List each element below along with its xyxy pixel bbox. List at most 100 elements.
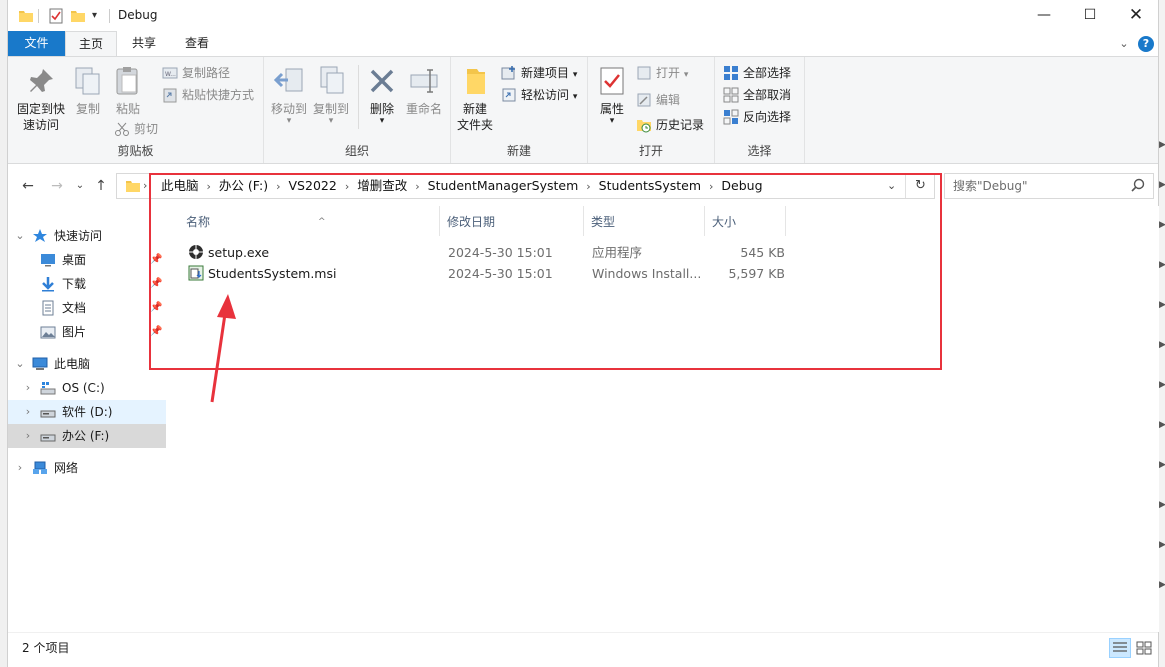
chevron-down-icon[interactable]: ⌄	[14, 352, 26, 376]
chevron-right-icon[interactable]: ›	[582, 180, 594, 193]
nav-drive-f-label: 办公 (F:)	[62, 429, 110, 443]
crumb-drive-f[interactable]: 办公 (F:)	[215, 178, 272, 193]
search-input[interactable]: 搜索"Debug"	[944, 173, 1154, 199]
crumb-crud[interactable]: 增删查改	[353, 178, 411, 193]
refresh-icon[interactable]: ↻	[915, 174, 926, 198]
qa-dropdown-icon[interactable]: ▾	[92, 7, 104, 25]
open-dropdown-icon: ▾	[683, 70, 689, 80]
address-bar[interactable]: › 此电脑 › 办公 (F:) › VS2022 › 增删查改 › StudentManager…	[116, 173, 935, 199]
new-folder-quick-icon[interactable]	[70, 7, 86, 25]
chevron-right-icon[interactable]: ›	[22, 424, 34, 448]
up-button[interactable]: ↑	[91, 176, 111, 196]
move-to-button[interactable]: 移动到 ▾	[270, 61, 308, 126]
column-header-name[interactable]: 名称 ^	[180, 206, 440, 236]
history-button[interactable]: 历史记录	[636, 115, 704, 135]
crumb-students-system[interactable]: StudentsSystem	[595, 178, 705, 193]
group-select: 全部选择 全部取消 反向选择 选择	[715, 57, 805, 163]
maximize-button[interactable]: ☐	[1067, 0, 1113, 31]
recent-locations-icon[interactable]: ⌄	[70, 176, 90, 196]
network-icon	[33, 461, 47, 474]
invert-selection-button[interactable]: 反向选择	[723, 107, 791, 127]
nav-downloads[interactable]: 下载	[8, 272, 166, 296]
open-button[interactable]: 打开 ▾	[636, 63, 688, 83]
select-all-label: 全部选择	[743, 66, 792, 80]
invert-selection-label: 反向选择	[743, 110, 792, 124]
properties-quick-icon[interactable]	[48, 7, 64, 25]
nav-desktop[interactable]: 桌面	[8, 248, 166, 272]
pin-icon[interactable]: 📌	[150, 326, 162, 342]
easy-access-button[interactable]: 轻松访问 ▾	[501, 85, 577, 105]
copy-to-label: 复制到	[312, 102, 349, 116]
tab-home[interactable]: 主页	[65, 31, 117, 56]
pin-icon[interactable]: 📌	[150, 278, 162, 294]
pin-quick-access-button[interactable]: 固定到快 速访问	[12, 61, 70, 133]
pin-icon[interactable]: 📌	[150, 254, 162, 270]
chevron-right-icon[interactable]: ›	[411, 180, 423, 193]
paste-button[interactable]: 粘贴	[112, 61, 144, 117]
close-button[interactable]: ✕	[1113, 0, 1159, 31]
nav-pictures-label: 图片	[62, 325, 87, 339]
group-open: 属性 ▾ 打开 ▾ 编辑 历史记录 打开	[588, 57, 715, 163]
properties-button[interactable]: 属性 ▾	[594, 61, 630, 126]
chevron-down-icon[interactable]: ⌄	[14, 224, 26, 248]
chevron-right-icon[interactable]: ›	[22, 376, 34, 400]
back-button[interactable]: ←	[18, 176, 38, 196]
chevron-right-icon: ▶	[1159, 540, 1165, 550]
collapse-ribbon-icon[interactable]: ⌄	[1116, 36, 1132, 52]
copy-path-button[interactable]: W... 复制路径	[162, 63, 230, 83]
nav-network[interactable]: › 网络	[8, 456, 166, 480]
delete-icon	[366, 65, 398, 97]
address-history-dropdown-icon[interactable]: ⌄	[887, 174, 896, 198]
nav-quick-access[interactable]: ⌄ 快速访问	[8, 224, 166, 248]
nav-this-pc[interactable]: ⌄ 此电脑	[8, 352, 166, 376]
chevron-right-icon[interactable]: ›	[14, 456, 26, 480]
invert-selection-icon	[723, 109, 739, 125]
nav-pictures[interactable]: 图片	[8, 320, 166, 344]
cut-button[interactable]: 剪切	[114, 119, 158, 139]
chevron-right-icon[interactable]: ›	[341, 180, 353, 193]
select-none-button[interactable]: 全部取消	[723, 85, 791, 105]
edit-button[interactable]: 编辑	[636, 90, 680, 110]
table-row[interactable]: setup.exe 2024-5-30 15:01 应用程序 545 KB	[186, 242, 786, 263]
tab-view[interactable]: 查看	[171, 31, 223, 56]
group-label-select: 选择	[747, 144, 772, 158]
tab-file[interactable]: 文件	[8, 31, 65, 56]
rename-button[interactable]: 重命名	[404, 61, 444, 117]
chevron-right-icon[interactable]: ›	[203, 180, 215, 193]
chevron-right-icon[interactable]: ›	[705, 180, 717, 193]
easy-access-dropdown-icon: ▾	[572, 92, 578, 102]
large-icons-view-button[interactable]	[1133, 638, 1155, 658]
column-header-modified[interactable]: 修改日期	[441, 206, 584, 236]
chevron-right-icon: ▶	[1159, 580, 1165, 590]
copy-to-button[interactable]: 复制到 ▾	[312, 61, 350, 126]
delete-button[interactable]: 删除 ▾	[366, 61, 398, 126]
chevron-right-icon[interactable]: ›	[22, 400, 34, 424]
table-row[interactable]: StudentsSystem.msi 2024-5-30 15:01 Windo…	[186, 263, 786, 284]
crumb-debug[interactable]: Debug	[717, 178, 766, 193]
tab-share[interactable]: 共享	[118, 31, 170, 56]
pin-icon[interactable]: 📌	[150, 302, 162, 318]
column-header-size[interactable]: 大小	[706, 206, 786, 236]
select-all-button[interactable]: 全部选择	[723, 63, 791, 83]
nav-drive-f[interactable]: › 办公 (F:)	[8, 424, 166, 448]
nav-drive-c[interactable]: › OS (C:)	[8, 376, 166, 400]
nav-drive-d[interactable]: › 软件 (D:)	[8, 400, 166, 424]
crumb-student-manager-system[interactable]: StudentManagerSystem	[424, 178, 583, 193]
minimize-button[interactable]: —	[1021, 0, 1067, 31]
forward-button[interactable]: →	[47, 176, 67, 196]
nav-documents[interactable]: 文档	[8, 296, 166, 320]
new-folder-button[interactable]: 新建 文件夹	[455, 61, 495, 133]
help-icon[interactable]: ?	[1138, 36, 1154, 52]
group-new: 新建 文件夹 新建项目 ▾ 轻松访问 ▾ 新建	[451, 57, 588, 163]
crumb-this-pc[interactable]: 此电脑	[157, 178, 203, 193]
chevron-right-icon[interactable]: ›	[272, 180, 284, 193]
chevron-right-icon: ▶	[1159, 260, 1165, 270]
new-item-button[interactable]: 新建项目 ▾	[501, 63, 577, 83]
paste-shortcut-button[interactable]: 粘贴快捷方式	[162, 85, 254, 105]
crumb-vs2022[interactable]: VS2022	[285, 178, 341, 193]
search-icon[interactable]	[1131, 178, 1145, 192]
details-view-button[interactable]	[1109, 638, 1131, 658]
ribbon: 固定到快 速访问 复制 粘贴 W... 复制路径 粘贴快捷方式 剪切 剪贴板 移…	[8, 56, 1158, 164]
column-header-type[interactable]: 类型	[585, 206, 705, 236]
copy-button[interactable]: 复制	[72, 61, 104, 117]
